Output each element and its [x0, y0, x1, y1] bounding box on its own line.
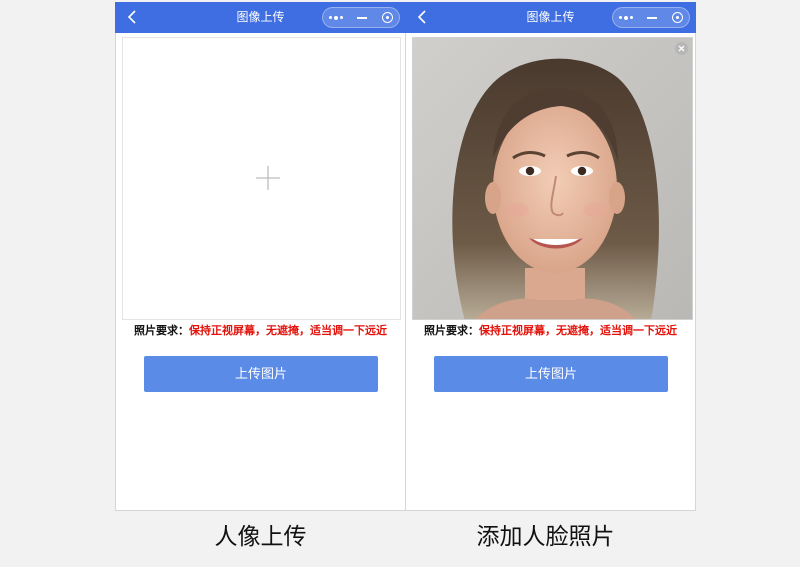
more-button[interactable] — [323, 8, 349, 27]
target-close-icon — [382, 12, 393, 23]
mini-program-capsule — [322, 7, 400, 28]
requirement-text: 保持正视屏幕，无遮掩，适当调一下远近 — [189, 324, 387, 337]
plus-icon — [256, 166, 280, 190]
requirement-text: 保持正视屏幕，无遮掩，适当调一下远近 — [479, 324, 677, 337]
photo-upload-area[interactable] — [122, 37, 401, 320]
close-button[interactable] — [665, 8, 691, 27]
requirement-label: 照片要求： — [134, 324, 189, 337]
minimize-button[interactable] — [639, 8, 665, 27]
photo-requirement: 照片要求：保持正视屏幕，无遮掩，适当调一下远近 — [405, 323, 696, 339]
upload-button[interactable]: 上传图片 — [434, 356, 668, 392]
more-dots-icon — [619, 15, 633, 20]
caption-add-face-photo: 添加人脸照片 — [476, 524, 615, 550]
face-photo-illustration — [413, 38, 692, 319]
title-bar: 图像上传 — [115, 2, 406, 33]
more-dots-icon — [329, 15, 343, 20]
requirement-label: 照片要求： — [424, 324, 479, 337]
mini-program-capsule — [612, 7, 690, 28]
chevron-left-icon[interactable] — [125, 9, 141, 25]
title-bar: 图像上传 — [405, 2, 696, 33]
minimize-button[interactable] — [349, 8, 375, 27]
minimize-icon — [357, 17, 367, 19]
caption-portrait-upload: 人像上传 — [214, 524, 307, 550]
more-button[interactable] — [613, 8, 639, 27]
chevron-left-icon[interactable] — [415, 9, 431, 25]
close-x-icon[interactable] — [675, 42, 688, 55]
target-close-icon — [672, 12, 683, 23]
photo-requirement: 照片要求：保持正视屏幕，无遮掩，适当调一下远近 — [115, 323, 406, 339]
phone-screen-empty: 图像上传 照片要求：保持正视屏幕，无遮掩，适当调一下远近 上传图片 — [115, 2, 406, 511]
face-photo — [412, 37, 693, 320]
upload-button[interactable]: 上传图片 — [144, 356, 378, 392]
minimize-icon — [647, 17, 657, 19]
phone-screen-photo: 图像上传 照片要求：保持正视屏幕，无遮掩，适当调一下远近 上传图片 — [405, 2, 696, 511]
close-button[interactable] — [375, 8, 401, 27]
